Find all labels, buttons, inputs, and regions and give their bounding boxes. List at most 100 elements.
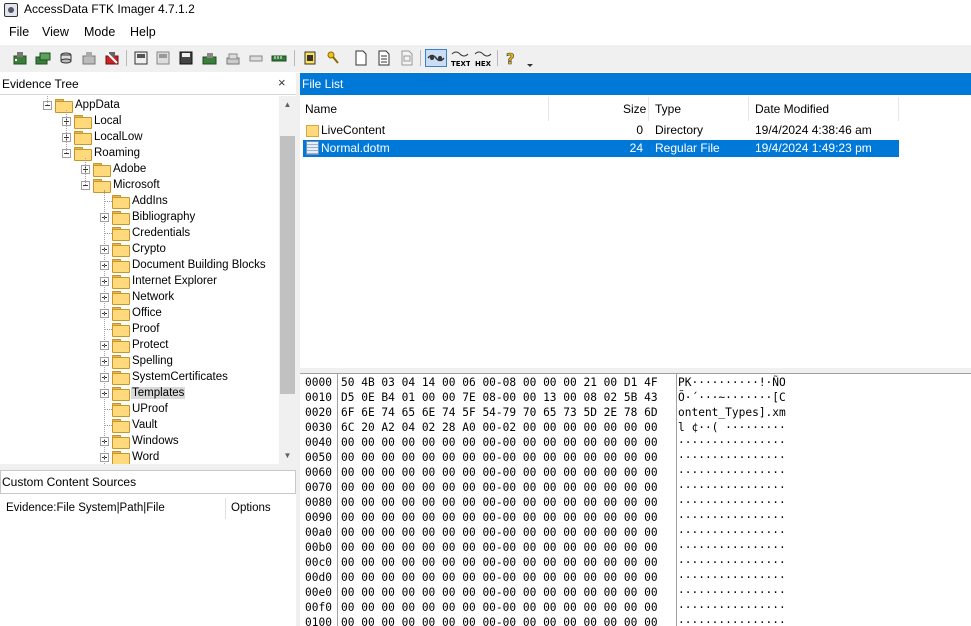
column-header-options[interactable]: Options bbox=[231, 495, 271, 522]
toolbar-options-icon[interactable] bbox=[524, 55, 536, 73]
column-separator bbox=[898, 97, 899, 121]
column-header-type[interactable]: Type bbox=[655, 97, 681, 121]
tree-node[interactable]: Local bbox=[62, 113, 123, 129]
image-mounting-icon[interactable] bbox=[57, 49, 75, 67]
hex-row[interactable]: 00a0 00 00 00 00 00 00 00 00-00 00 00 00 … bbox=[300, 526, 971, 541]
hex-row[interactable]: 0030 6C 20 A2 04 02 28 A0 00-02 00 00 00 … bbox=[300, 421, 971, 436]
scroll-up-icon[interactable]: ▲ bbox=[279, 96, 296, 113]
export-disk-image-icon[interactable] bbox=[154, 49, 172, 67]
evidence-tree[interactable]: AppData Local LocalLow Roaming Adobe Microsof… bbox=[0, 96, 279, 464]
obtain-protected-files-icon[interactable] bbox=[324, 49, 342, 67]
hex-row[interactable]: 0090 00 00 00 00 00 00 00 00-00 00 00 00 … bbox=[300, 511, 971, 526]
hex-offset: 0070 bbox=[305, 481, 332, 494]
tree-node[interactable]: Network bbox=[100, 289, 175, 305]
hex-row[interactable]: 0020 6F 6E 74 65 6E 74 5F 54-79 70 65 73 … bbox=[300, 406, 971, 421]
tree-node[interactable]: Internet Explorer bbox=[100, 273, 218, 289]
tree-node[interactable]: Protect bbox=[100, 337, 169, 353]
tree-guide-line bbox=[85, 158, 86, 185]
hex-row[interactable]: 0100 00 00 00 00 00 00 00 00-00 00 00 00 … bbox=[300, 616, 971, 626]
tree-node[interactable]: Document Building Blocks bbox=[100, 257, 267, 273]
tree-node[interactable]: Windows bbox=[100, 433, 180, 449]
folder-icon bbox=[74, 147, 92, 161]
scroll-down-icon[interactable]: ▼ bbox=[279, 447, 296, 464]
tree-node-label: AppData bbox=[75, 99, 120, 111]
hex-bytes: 00 00 00 00 00 00 00 00-00 00 00 00 00 0… bbox=[341, 541, 658, 554]
tree-node-label: Crypto bbox=[132, 243, 166, 255]
close-icon[interactable]: × bbox=[278, 75, 286, 90]
folder-icon bbox=[112, 387, 130, 401]
tree-node-label: Office bbox=[132, 307, 162, 319]
folder-icon bbox=[112, 403, 130, 417]
column-header-date-modified[interactable]: Date Modified bbox=[755, 97, 829, 121]
tree-node[interactable]: AppData bbox=[43, 97, 121, 113]
capture-memory-icon[interactable] bbox=[301, 49, 319, 67]
file-list: Name Size Type Date Modified LiveContent… bbox=[300, 95, 971, 368]
tree-node[interactable]: Microsoft bbox=[81, 177, 161, 193]
column-header-name[interactable]: Name bbox=[305, 97, 337, 121]
text-view-icon[interactable]: TEXT bbox=[450, 49, 470, 67]
detect-encryption-icon[interactable] bbox=[352, 49, 370, 67]
auto-view-icon[interactable] bbox=[425, 49, 447, 67]
hex-row[interactable]: 00d0 00 00 00 00 00 00 00 00-00 00 00 00 … bbox=[300, 571, 971, 586]
decrypt-ad1-icon[interactable] bbox=[247, 49, 265, 67]
column-header-size[interactable]: Size bbox=[623, 97, 646, 121]
tree-node[interactable]: Office bbox=[100, 305, 163, 321]
remove-evidence-icon[interactable] bbox=[80, 49, 98, 67]
evidence-tree-scrollbar[interactable]: ▲ ▼ bbox=[279, 96, 296, 464]
hex-row[interactable]: 00f0 00 00 00 00 00 00 00 00-00 00 00 00 … bbox=[300, 601, 971, 616]
add-all-attached-icon[interactable] bbox=[34, 49, 52, 67]
hex-bytes: 00 00 00 00 00 00 00 00-00 00 00 00 00 0… bbox=[341, 601, 658, 614]
menu-view[interactable]: View bbox=[42, 25, 69, 39]
hex-row[interactable]: 0070 00 00 00 00 00 00 00 00-00 00 00 00 … bbox=[300, 481, 971, 496]
hex-row[interactable]: 0040 00 00 00 00 00 00 00 00-00 00 00 00 … bbox=[300, 436, 971, 451]
file-type: Regular File bbox=[655, 141, 720, 155]
create-disk-image-icon[interactable] bbox=[132, 49, 150, 67]
column-header-evidence[interactable]: Evidence:File System|Path|File bbox=[6, 495, 165, 522]
export-files-icon[interactable] bbox=[375, 49, 393, 67]
remove-all-evidence-icon[interactable] bbox=[103, 49, 121, 67]
hex-row[interactable]: 00e0 00 00 00 00 00 00 00 00-00 00 00 00 … bbox=[300, 586, 971, 601]
menu-file[interactable]: File bbox=[9, 25, 29, 39]
hex-row[interactable]: 00c0 00 00 00 00 00 00 00 00-00 00 00 00 … bbox=[300, 556, 971, 571]
file-row[interactable]: Normal.dotm 24 Regular File 19/4/2024 1:… bbox=[303, 140, 899, 157]
tree-node[interactable]: Templates bbox=[100, 385, 186, 401]
verify-drive-icon[interactable] bbox=[270, 49, 288, 67]
help-icon[interactable]: ? bbox=[502, 49, 520, 67]
hex-ascii: ················ bbox=[678, 436, 786, 449]
menu-mode[interactable]: Mode bbox=[84, 25, 115, 39]
tree-node[interactable]: Bibliography bbox=[100, 209, 196, 225]
tree-node-label: Spelling bbox=[132, 355, 173, 367]
tree-node[interactable]: Credentials bbox=[100, 225, 191, 241]
hex-row[interactable]: 0080 00 00 00 00 00 00 00 00-00 00 00 00 … bbox=[300, 496, 971, 511]
hex-viewer[interactable]: 0000 50 4B 03 04 14 00 06 00-08 00 00 00 … bbox=[300, 373, 971, 626]
hex-row[interactable]: 0050 00 00 00 00 00 00 00 00-00 00 00 00 … bbox=[300, 451, 971, 466]
tree-node[interactable]: Crypto bbox=[100, 241, 167, 257]
menu-help[interactable]: Help bbox=[130, 25, 156, 39]
tree-node[interactable]: LocalLow bbox=[62, 129, 144, 145]
hex-bytes: 00 00 00 00 00 00 00 00-00 00 00 00 00 0… bbox=[341, 556, 658, 569]
add-evidence-icon[interactable] bbox=[11, 49, 29, 67]
tree-node[interactable]: Adobe bbox=[81, 161, 147, 177]
hex-row[interactable]: 0060 00 00 00 00 00 00 00 00-00 00 00 00 … bbox=[300, 466, 971, 481]
scroll-thumb[interactable] bbox=[280, 136, 295, 394]
tree-node[interactable]: Spelling bbox=[100, 353, 174, 369]
file-name: LiveContent bbox=[321, 123, 386, 137]
create-custom-content-image-icon[interactable] bbox=[224, 49, 242, 67]
hex-view-icon[interactable]: HEX bbox=[473, 49, 493, 67]
hex-ascii: ················ bbox=[678, 601, 786, 614]
file-row[interactable]: LiveContent 0 Directory 19/4/2024 4:38:4… bbox=[303, 122, 899, 139]
hex-offset: 0100 bbox=[305, 616, 332, 626]
tree-node[interactable]: Word bbox=[100, 449, 160, 464]
hex-row[interactable]: 00b0 00 00 00 00 00 00 00 00-00 00 00 00 … bbox=[300, 541, 971, 556]
export-logical-image-icon[interactable] bbox=[177, 49, 195, 67]
hex-row[interactable]: 0010 D5 0E B4 01 00 00 7E 08-00 00 13 00 … bbox=[300, 391, 971, 406]
export-file-hash-list-icon[interactable] bbox=[398, 49, 416, 67]
folder-icon bbox=[112, 211, 130, 225]
hex-row[interactable]: 0000 50 4B 03 04 14 00 06 00-08 00 00 00 … bbox=[300, 376, 971, 391]
tree-node-label: Templates bbox=[131, 387, 186, 399]
toolbar: TEXT HEX ? bbox=[0, 45, 971, 72]
tree-node[interactable]: SystemCertificates bbox=[100, 369, 229, 385]
file-list-title: File List bbox=[302, 77, 344, 91]
add-to-custom-content-icon[interactable] bbox=[201, 49, 219, 67]
tree-node[interactable]: Roaming bbox=[62, 145, 141, 161]
